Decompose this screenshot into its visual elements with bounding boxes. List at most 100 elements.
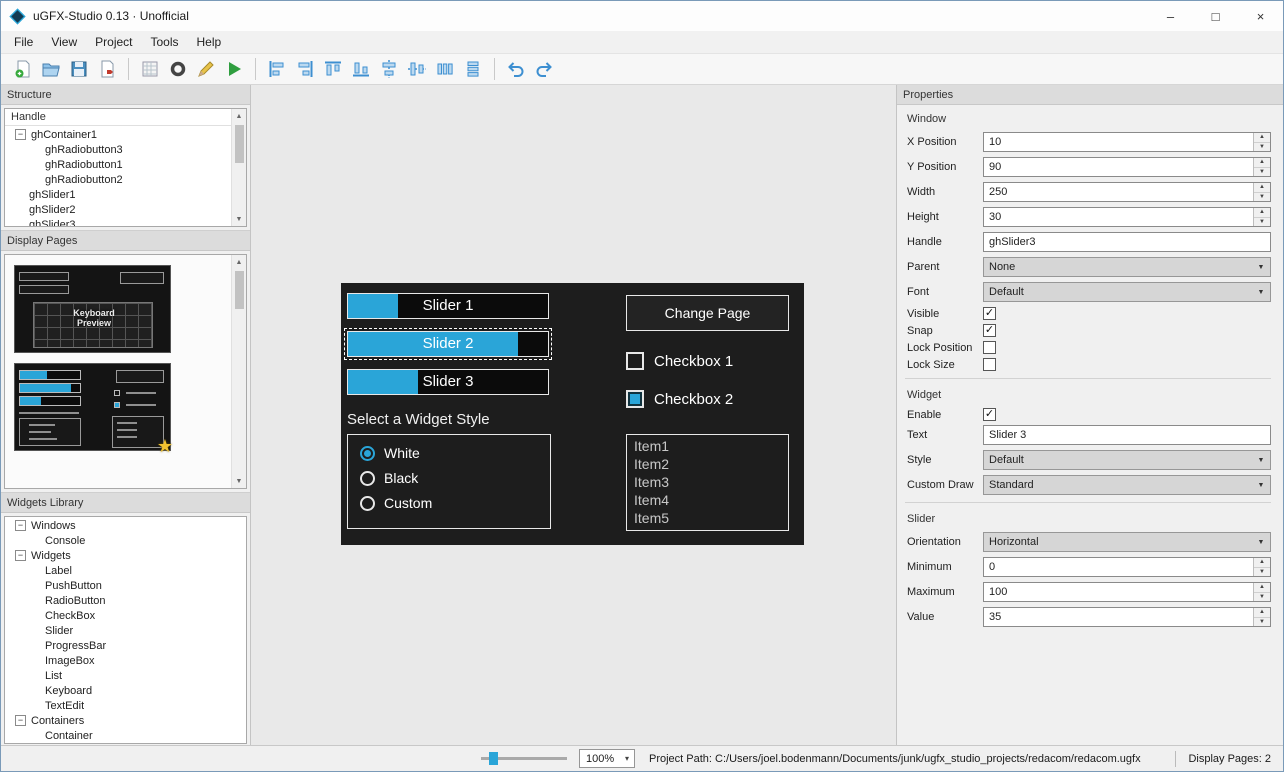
checkbox-lock-size[interactable] — [983, 358, 996, 371]
align-bottom-button[interactable] — [347, 56, 375, 82]
page-thumbnail-keyboard[interactable]: Keyboard Preview — [14, 265, 171, 353]
spinner-maximum[interactable]: 100 ▲ ▼ — [983, 582, 1271, 602]
collapse-icon[interactable]: − — [15, 129, 26, 140]
checkbox-snap[interactable]: ✓ — [983, 324, 996, 337]
scroll-down-icon[interactable]: ▼ — [232, 474, 246, 488]
widget-item-pushbutton[interactable]: PushButton — [5, 578, 246, 593]
widgets-group-windows[interactable]: − Windows — [5, 518, 246, 533]
canvas-checkbox-1[interactable]: Checkbox 1 — [626, 351, 733, 371]
structure-item-ghradiobutton2[interactable]: ghRadiobutton2 — [5, 172, 246, 187]
widget-item-console[interactable]: Console — [5, 533, 246, 548]
align-top-button[interactable] — [319, 56, 347, 82]
canvas-change-page-button[interactable]: Change Page — [626, 295, 789, 331]
structure-item-ghslider2[interactable]: ghSlider2 — [5, 202, 246, 217]
canvas-list[interactable]: Item1 Item2 Item3 Item4 Item5 — [626, 434, 789, 531]
structure-item-ghslider1[interactable]: ghSlider1 — [5, 187, 246, 202]
spin-down-icon[interactable]: ▼ — [1254, 567, 1270, 576]
select-parent[interactable]: None ▼ — [983, 257, 1271, 277]
spin-down-icon[interactable]: ▼ — [1254, 142, 1270, 151]
close-button[interactable]: × — [1238, 1, 1283, 31]
save-button[interactable] — [65, 56, 93, 82]
preview[interactable]: Slider 1 Slider 2 Slider 3 Select a Widget … — [341, 283, 804, 545]
select-custom-draw[interactable]: Standard ▼ — [983, 475, 1271, 495]
widget-item-textedit[interactable]: TextEdit — [5, 698, 246, 713]
distribute-horizontal-button[interactable] — [431, 56, 459, 82]
canvas-slider-1[interactable]: Slider 1 — [347, 293, 549, 319]
widget-item-progressbar[interactable]: ProgressBar — [5, 638, 246, 653]
canvas-radio-white[interactable]: White — [360, 445, 550, 461]
align-right-button[interactable] — [291, 56, 319, 82]
structure-item-ghslider3[interactable]: ghSlider3 — [5, 217, 246, 227]
pages-scrollbar[interactable]: ▲ ▼ — [231, 255, 246, 488]
spin-up-icon[interactable]: ▲ — [1254, 608, 1270, 618]
widget-item-container[interactable]: Container — [5, 728, 246, 743]
collapse-icon[interactable]: − — [15, 550, 26, 561]
select-font[interactable]: Default ▼ — [983, 282, 1271, 302]
widget-item-slider[interactable]: Slider — [5, 623, 246, 638]
open-button[interactable] — [37, 56, 65, 82]
structure-scrollbar[interactable]: ▲ ▼ — [231, 109, 246, 226]
spinner-height[interactable]: 30 ▲ ▼ — [983, 207, 1271, 227]
collapse-icon[interactable]: − — [15, 520, 26, 531]
spin-down-icon[interactable]: ▼ — [1254, 592, 1270, 601]
list-item[interactable]: Item5 — [634, 509, 788, 527]
maximize-button[interactable]: □ — [1193, 1, 1238, 31]
center-horizontal-button[interactable] — [375, 56, 403, 82]
design-canvas[interactable]: Slider 1 Slider 2 Slider 3 Select a Widget … — [251, 85, 896, 745]
spin-down-icon[interactable]: ▼ — [1254, 192, 1270, 201]
page-thumbnail-sliders[interactable]: ★ — [14, 363, 173, 456]
scroll-up-icon[interactable]: ▲ — [232, 109, 246, 123]
scroll-thumb[interactable] — [234, 125, 244, 163]
menu-view[interactable]: View — [42, 35, 86, 49]
canvas-radio-black[interactable]: Black — [360, 470, 550, 486]
spin-up-icon[interactable]: ▲ — [1254, 158, 1270, 168]
canvas-radio-custom[interactable]: Custom — [360, 495, 550, 511]
widget-item-imagebox[interactable]: ImageBox — [5, 653, 246, 668]
widget-item-list[interactable]: List — [5, 668, 246, 683]
align-left-button[interactable] — [263, 56, 291, 82]
widget-item-radiobutton[interactable]: RadioButton — [5, 593, 246, 608]
spin-up-icon[interactable]: ▲ — [1254, 208, 1270, 218]
spin-down-icon[interactable]: ▼ — [1254, 167, 1270, 176]
structure-item-ghcontainer1[interactable]: − ghContainer1 — [5, 127, 246, 142]
run-button[interactable] — [220, 56, 248, 82]
list-item[interactable]: Item1 — [634, 437, 788, 455]
select-orientation[interactable]: Horizontal ▼ — [983, 532, 1271, 552]
spin-down-icon[interactable]: ▼ — [1254, 617, 1270, 626]
menu-help[interactable]: Help — [188, 35, 231, 49]
spin-down-icon[interactable]: ▼ — [1254, 217, 1270, 226]
distribute-vertical-button[interactable] — [459, 56, 487, 82]
scroll-up-icon[interactable]: ▲ — [232, 255, 246, 269]
generate-button[interactable] — [136, 56, 164, 82]
widget-item-checkbox[interactable]: CheckBox — [5, 608, 246, 623]
spin-up-icon[interactable]: ▲ — [1254, 183, 1270, 193]
menu-file[interactable]: File — [5, 35, 42, 49]
zoom-slider[interactable] — [481, 751, 567, 766]
spinner-value[interactable]: 35 ▲ ▼ — [983, 607, 1271, 627]
target-button[interactable] — [164, 56, 192, 82]
spinner-minimum[interactable]: 0 ▲ ▼ — [983, 557, 1271, 577]
spinner-width[interactable]: 250 ▲ ▼ — [983, 182, 1271, 202]
checkbox-lock-position[interactable] — [983, 341, 996, 354]
zoom-slider-handle[interactable] — [489, 752, 498, 765]
spin-up-icon[interactable]: ▲ — [1254, 133, 1270, 143]
input-handle[interactable]: ghSlider3 — [983, 232, 1271, 252]
structure-item-ghradiobutton3[interactable]: ghRadiobutton3 — [5, 142, 246, 157]
canvas-slider-3[interactable]: Slider 3 — [347, 369, 549, 395]
minimize-button[interactable]: – — [1148, 1, 1193, 31]
spinner-x-position[interactable]: 10 ▲ ▼ — [983, 132, 1271, 152]
list-item[interactable]: Item2 — [634, 455, 788, 473]
select-style[interactable]: Default ▼ — [983, 450, 1271, 470]
spin-up-icon[interactable]: ▲ — [1254, 583, 1270, 593]
structure-column-header[interactable]: Handle — [5, 109, 246, 126]
scroll-thumb[interactable] — [234, 271, 244, 309]
edit-button[interactable] — [192, 56, 220, 82]
new-button[interactable] — [9, 56, 37, 82]
canvas-checkbox-2[interactable]: Checkbox 2 — [626, 389, 733, 409]
widgets-group-containers[interactable]: − Containers — [5, 713, 246, 728]
input-text[interactable]: Slider 3 — [983, 425, 1271, 445]
spinner-y-position[interactable]: 90 ▲ ▼ — [983, 157, 1271, 177]
scroll-down-icon[interactable]: ▼ — [232, 212, 246, 226]
save-as-button[interactable] — [93, 56, 121, 82]
spin-up-icon[interactable]: ▲ — [1254, 558, 1270, 568]
